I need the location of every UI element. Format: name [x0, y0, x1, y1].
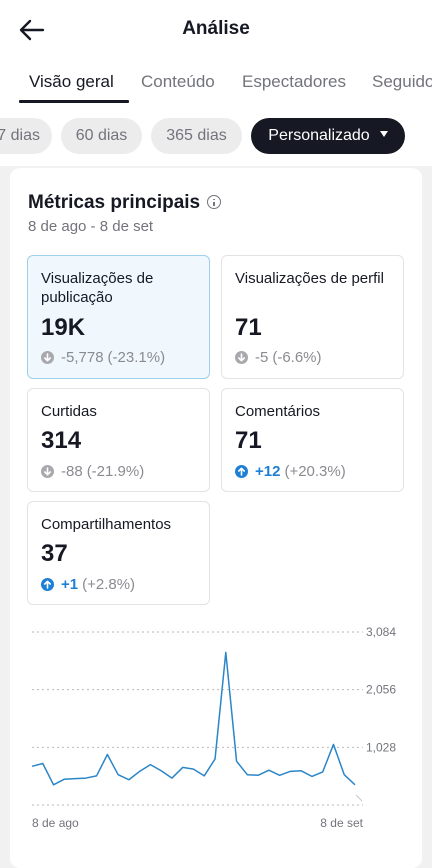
x-tick-label: 8 de ago [32, 816, 79, 830]
metric-profile-views[interactable]: Visualizações de perfil 71 -5 (-6.6%) [221, 255, 404, 379]
delta-value: -88 [61, 463, 83, 480]
arrow-down-icon [235, 351, 248, 364]
delta-value: +1 [61, 576, 79, 593]
metric-likes[interactable]: Curtidas 314 -88 (-21.9%) [27, 388, 210, 492]
line-chart: 3,084 2,056 1,028 8 de ago 8 de set [31, 625, 396, 830]
y-tick-label: 3,084 [366, 625, 396, 639]
metric-value: 37 [41, 540, 68, 567]
arrow-up-icon [41, 578, 54, 591]
metric-label: Comentários [235, 403, 321, 420]
chip-custom[interactable]: Personalizado [251, 118, 405, 154]
tab-content[interactable]: Conteúdo [141, 72, 215, 92]
tab-followers[interactable]: Seguidores [372, 72, 432, 92]
app-header: Análise [0, 0, 432, 60]
metric-value: 71 [235, 427, 262, 454]
metric-label: Visualizações de publicação [41, 270, 154, 306]
date-range: 8 de ago - 8 de set [28, 218, 154, 235]
metric-label: Visualizações de perfil [235, 270, 384, 287]
y-tick-label: 2,056 [366, 683, 396, 697]
delta-percent: (-21.9%) [86, 463, 145, 480]
metric-value: 19K [41, 314, 86, 341]
metric-label: Curtidas [41, 403, 97, 420]
metric-value: 71 [235, 314, 262, 341]
arrow-down-icon [41, 465, 54, 478]
metric-shares[interactable]: Compartilhamentos 37 +1 (+2.8%) [27, 501, 210, 605]
tab-overview[interactable]: Visão geral [29, 72, 114, 92]
y-tick-label: 1,028 [366, 740, 396, 754]
active-tab-indicator [19, 100, 129, 103]
page-title: Análise [182, 18, 250, 39]
chip-365-days[interactable]: 365 dias [151, 118, 242, 154]
metric-delta: +1 (+2.8%) [41, 576, 135, 593]
tab-viewers[interactable]: Espectadores [242, 72, 346, 92]
metric-value: 314 [41, 427, 82, 454]
delta-value: -5 [255, 349, 269, 366]
metric-delta: -5 (-6.6%) [235, 349, 322, 366]
arrow-up-icon [235, 465, 248, 478]
x-tick-label: 8 de set [320, 816, 363, 830]
metric-delta: -5,778 (-23.1%) [41, 349, 165, 366]
chip-60-days[interactable]: 60 dias [61, 118, 142, 154]
date-filter-bar: 7 dias 60 dias 365 dias Personalizado [0, 104, 432, 166]
delta-percent: (+20.3%) [284, 463, 346, 480]
metric-post-views[interactable]: Visualizações de publicação 19K -5,778 (… [27, 255, 210, 379]
metric-label: Compartilhamentos [41, 516, 172, 533]
chip-custom-label: Personalizado [268, 127, 370, 144]
section-title: Métricas principais [28, 192, 201, 213]
trailing-mark [355, 794, 363, 802]
metric-delta: +12 (+20.3%) [235, 463, 346, 480]
series-line [31, 651, 356, 786]
delta-percent: (+2.8%) [82, 576, 136, 593]
metric-delta: -88 (-21.9%) [41, 463, 144, 480]
delta-value: -5,778 [61, 349, 104, 366]
tab-bar: Visão geral Conteúdo Espectadores Seguid… [0, 60, 432, 105]
chip-7-days[interactable]: 7 dias [0, 118, 52, 154]
delta-percent: (-23.1%) [107, 349, 166, 366]
delta-value: +12 [255, 463, 281, 480]
metric-comments[interactable]: Comentários 71 +12 (+20.3%) [221, 388, 404, 492]
delta-percent: (-6.6%) [272, 349, 322, 366]
caret-down-icon [379, 130, 388, 137]
info-icon[interactable] [207, 195, 221, 209]
arrow-down-icon [41, 351, 54, 364]
